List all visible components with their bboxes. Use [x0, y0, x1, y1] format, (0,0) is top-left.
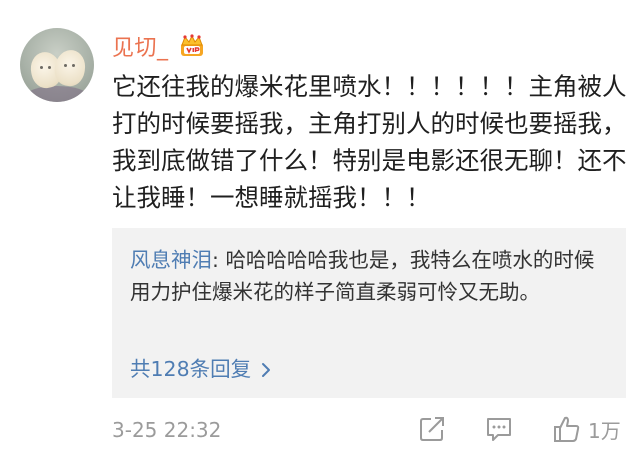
thumbs-up-icon	[554, 416, 580, 442]
comment-icon	[487, 418, 511, 441]
reply-preview[interactable]: 风息神泪: 哈哈哈哈哈我也是，我特么在喷水的时候用力护住爆米花的样子简直柔弱可怜…	[112, 228, 626, 398]
chevron-right-icon	[259, 359, 273, 377]
more-replies-label: 共128条回复	[130, 357, 252, 381]
username[interactable]: 见切_	[112, 30, 169, 62]
avatar-shadow	[26, 86, 88, 102]
avatar[interactable]	[20, 28, 94, 102]
comment-button[interactable]	[484, 414, 514, 444]
more-replies-link[interactable]: 共128条回复	[130, 352, 273, 382]
like-count: 1万	[588, 418, 621, 443]
timestamp: 3-25 22:32	[112, 418, 222, 442]
reply-text-block: 风息神泪: 哈哈哈哈哈我也是，我特么在喷水的时候用力护住爆米花的样子简直柔弱可怜…	[130, 244, 614, 308]
comment-card: 见切_ 它还往我的爆米花里喷水！！！！！！主角被人打的时候要摇我，主角打别人的时…	[0, 0, 640, 451]
like-button[interactable]: 1万	[552, 414, 621, 444]
comment-footer: 3-25 22:32 1万	[112, 412, 628, 448]
vip-crown-icon[interactable]	[179, 34, 205, 58]
avatar-eye	[64, 64, 67, 67]
comment-text: 它还往我的爆米花里喷水！！！！！！主角被人打的时候要摇我，主角打别人的时候也要摇…	[112, 72, 627, 212]
comment-header: 见切_	[112, 30, 205, 62]
reply-separator: :	[212, 248, 226, 272]
avatar-eye	[48, 66, 51, 69]
share-button[interactable]	[417, 414, 447, 444]
avatar-eye	[72, 64, 75, 67]
avatar-eye	[40, 66, 43, 69]
reply-author[interactable]: 风息神泪	[130, 248, 212, 272]
share-icon	[420, 417, 444, 441]
